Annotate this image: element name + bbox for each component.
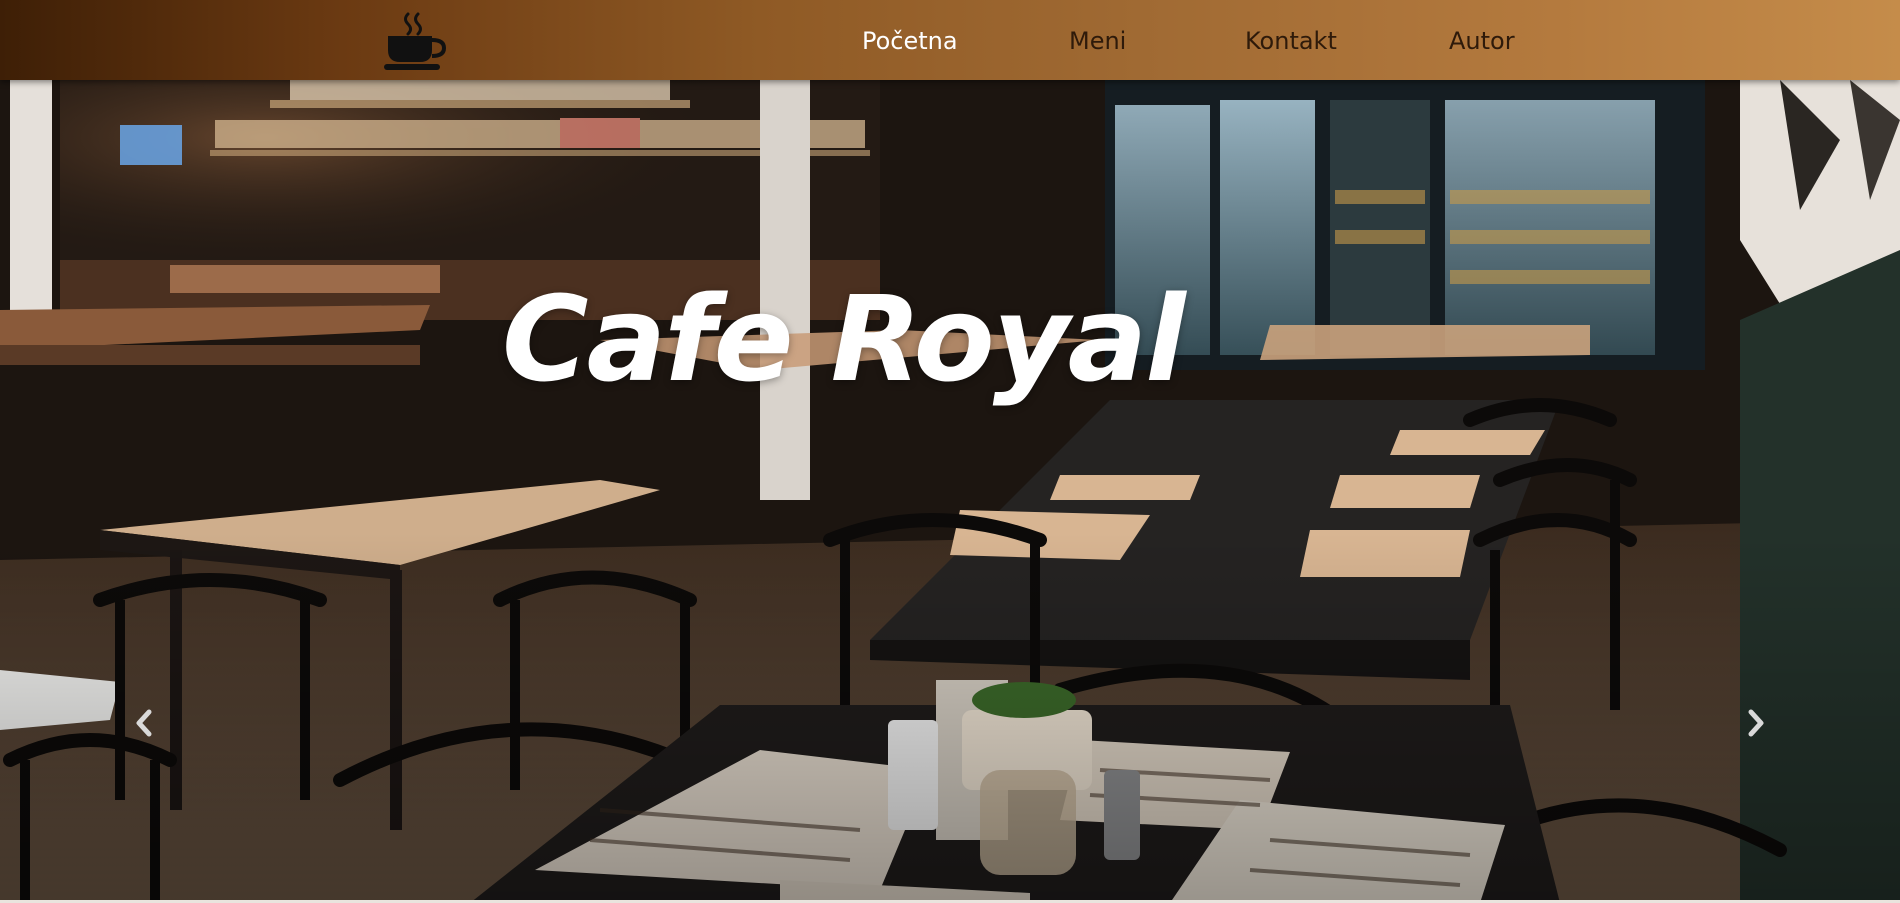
carousel-next-button[interactable] xyxy=(1736,688,1776,758)
coffee-cup-icon[interactable] xyxy=(382,10,447,72)
nav-author-link[interactable]: Autor xyxy=(1449,24,1515,58)
chevron-left-icon xyxy=(136,709,152,737)
hero-carousel: Cafe Royal xyxy=(0,80,1900,903)
nav-home-link[interactable]: Početna xyxy=(862,24,958,58)
nav-menu-link[interactable]: Meni xyxy=(1069,24,1126,58)
cafe-interior-image xyxy=(0,80,1900,903)
chevron-right-icon xyxy=(1748,709,1764,737)
top-navbar: Početna Meni Kontakt Autor xyxy=(0,0,1900,80)
nav-contact-link[interactable]: Kontakt xyxy=(1245,24,1337,58)
carousel-prev-button[interactable] xyxy=(124,688,164,758)
hero-title: Cafe Royal xyxy=(502,270,1186,408)
